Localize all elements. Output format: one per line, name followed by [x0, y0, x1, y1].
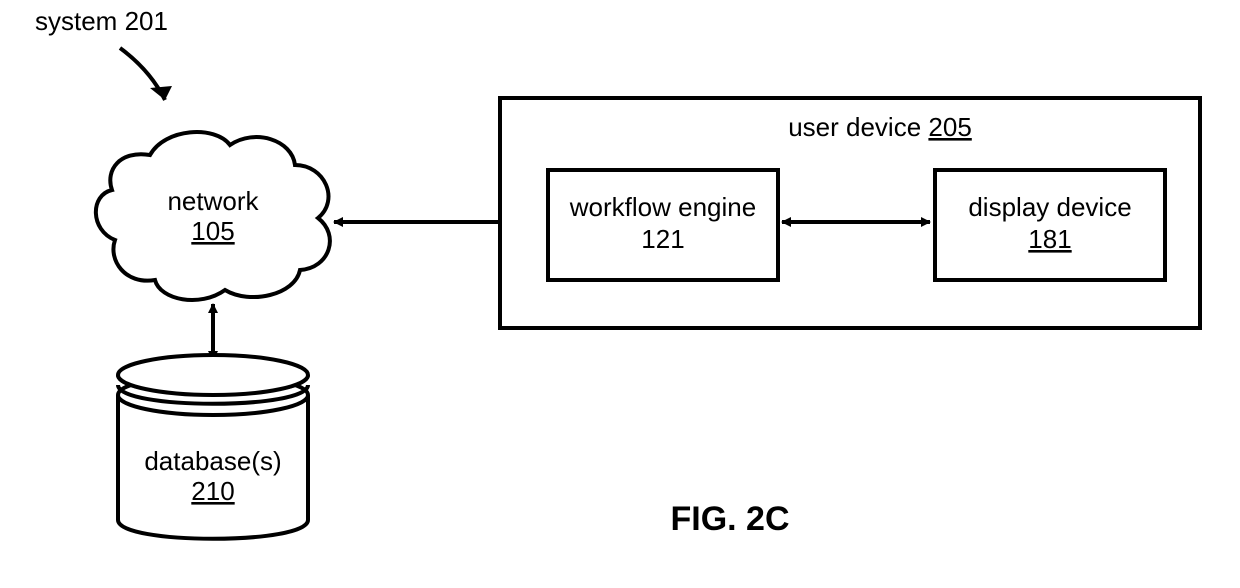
svg-text:user device 205: user device 205 — [788, 112, 972, 142]
display-device-box: display device 181 — [935, 170, 1165, 280]
display-device-label: display device — [968, 192, 1131, 222]
network-label: network — [167, 186, 259, 216]
network-cloud: network 105 — [96, 132, 330, 300]
title-arrow — [120, 48, 172, 100]
user-device-ref: 205 — [928, 112, 971, 142]
workflow-engine-label: workflow engine — [569, 192, 756, 222]
diagram-canvas: system 201 network 105 database(s) 210 u… — [0, 0, 1240, 588]
network-ref: 105 — [191, 216, 234, 246]
system-title: system 201 — [35, 6, 168, 36]
display-device-ref: 181 — [1028, 224, 1071, 254]
database-label: database(s) — [144, 446, 281, 476]
database-ref: 210 — [191, 476, 234, 506]
workflow-engine-ref: 121 — [641, 224, 684, 254]
user-device-label: user device — [788, 112, 921, 142]
database-cylinder: database(s) 210 — [118, 355, 308, 539]
figure-caption: FIG. 2C — [670, 500, 789, 538]
workflow-engine-box: workflow engine 121 — [548, 170, 778, 280]
